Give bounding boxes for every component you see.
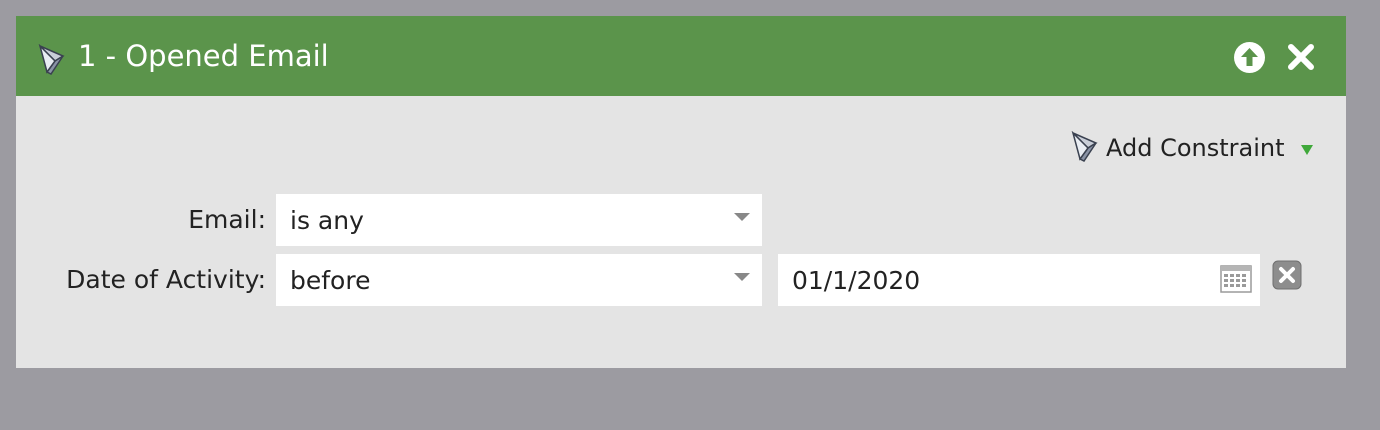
- date-operator-value: before: [290, 266, 371, 295]
- date-of-activity-label: Date of Activity:: [66, 265, 266, 294]
- caret-down-icon: [734, 273, 750, 281]
- caret-down-icon: [1300, 141, 1314, 160]
- email-operator-value: is any: [290, 206, 364, 235]
- filter-title: 1 - Opened Email: [78, 39, 329, 73]
- date-input-value: 01/1/2020: [792, 266, 921, 295]
- add-constraint-label: Add Constraint: [1106, 134, 1285, 162]
- filter-header: 1 - Opened Email: [16, 16, 1346, 96]
- email-label: Email:: [188, 205, 266, 234]
- close-icon: [1288, 44, 1314, 70]
- caret-down-icon: [734, 213, 750, 221]
- email-operator-select[interactable]: is any: [276, 194, 762, 246]
- funnel-icon: [37, 43, 67, 76]
- date-operator-select[interactable]: before: [276, 254, 762, 306]
- move-up-button[interactable]: [1234, 42, 1265, 73]
- clear-x-icon: [1272, 260, 1302, 290]
- close-button[interactable]: [1286, 42, 1316, 72]
- arrow-up-circle-icon: [1241, 48, 1258, 66]
- smart-list-filter-panel: 1 - Opened Email Add Constraint Email: i…: [16, 16, 1346, 368]
- date-input[interactable]: 01/1/2020: [778, 254, 1260, 306]
- clear-date-button[interactable]: [1272, 260, 1302, 290]
- funnel-icon: [1070, 130, 1100, 163]
- calendar-icon[interactable]: [1220, 265, 1252, 293]
